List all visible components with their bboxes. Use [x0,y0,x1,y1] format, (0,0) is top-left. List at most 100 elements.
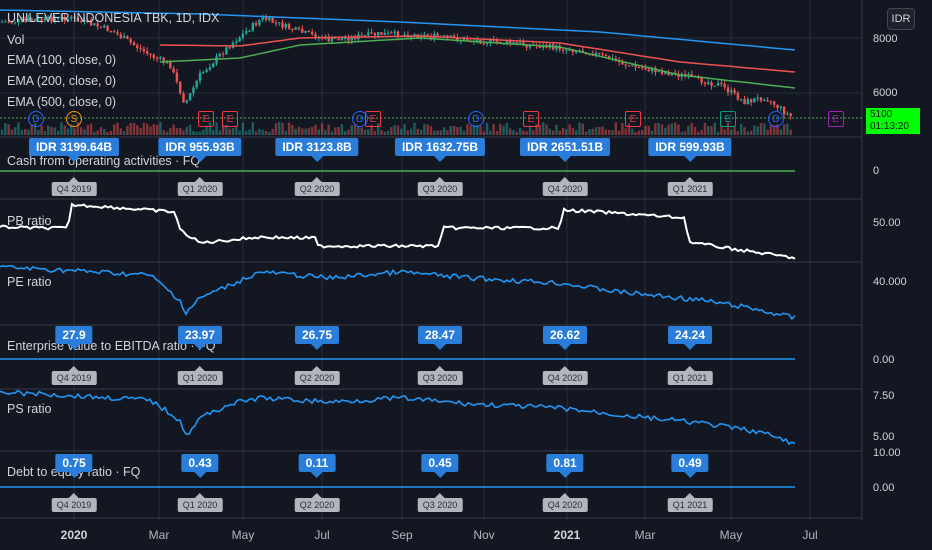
ev-value-badge[interactable]: 27.9 [55,326,93,350]
volume-bar [551,130,555,135]
volume-bar [509,128,512,135]
event-marker-e[interactable]: E [625,111,641,127]
volume-bar [268,131,271,135]
volume-bar [251,122,254,135]
ev-value-badge[interactable]: 28.47 [417,326,463,350]
price-scale-main-6000: 6000 [873,87,898,99]
volume-bar [548,128,551,135]
volume-bar [37,129,40,135]
candle-body [749,99,753,103]
cfo-value-badge[interactable]: IDR 2651.51B [519,138,611,162]
volume-bar [502,125,505,135]
currency-button[interactable]: IDR [887,8,915,30]
cfo-value-badge[interactable]: IDR 3199.64B [28,138,120,162]
ev-value-badge[interactable]: 24.24 [667,326,713,350]
cfo-value-badge[interactable]: IDR 955.93B [158,138,242,162]
candle-body [271,17,274,23]
candle-body [337,38,340,41]
de-value-badge[interactable]: 0.43 [181,454,219,478]
event-marker-e[interactable]: E [828,111,844,127]
volume-bar [743,127,746,135]
volume-bar [317,129,320,135]
volume-bar [202,129,205,135]
candle-body [268,17,271,20]
ema200-label[interactable]: EMA (200, close, 0) [7,74,116,88]
event-marker-e[interactable]: E [720,111,736,127]
pane-label-ps[interactable]: PS ratio [7,402,51,416]
candle-body [278,22,281,24]
de-value-badge[interactable]: 0.75 [55,454,93,478]
candle-body [485,43,489,45]
de-value-badge[interactable]: 0.11 [298,454,336,478]
candle-body [119,34,122,39]
candle-body [122,36,126,39]
volume-bar [175,128,179,135]
volume-bar [740,123,743,135]
candle-body [769,101,773,103]
last-price-value: 5100 [870,109,893,120]
volume-bar [139,127,142,135]
candle-body [245,31,248,34]
cfo-value-badge[interactable]: IDR 1632.75B [394,138,486,162]
de-value-badge[interactable]: 0.45 [421,454,459,478]
de-value-badge[interactable]: 0.49 [671,454,709,478]
ema100-label[interactable]: EMA (100, close, 0) [7,53,116,67]
volume-bar [456,126,459,135]
event-marker-d[interactable]: D [28,111,44,127]
event-marker-e[interactable]: E [365,111,381,127]
event-marker-e[interactable]: E [222,111,238,127]
volume-bar [581,123,584,135]
volume-bar [588,129,591,135]
volume-bar [119,128,122,135]
event-marker-e[interactable]: E [523,111,539,127]
volume-bar [759,123,763,135]
ev-value-badge[interactable]: 23.97 [177,326,223,350]
ev-value-badge[interactable]: 26.75 [294,326,340,350]
candle-body [251,23,254,31]
candle-body [604,54,608,56]
candle-body [258,19,261,25]
de-value-badge[interactable]: 0.81 [546,454,584,478]
cfo-value-badge[interactable]: IDR 3123.8B [275,138,359,162]
volume-bar [489,130,492,135]
event-marker-d[interactable]: D [468,111,484,127]
volume-bar [188,124,192,135]
pane-label-pb[interactable]: PB ratio [7,214,51,228]
candle-body [159,57,162,59]
time-axis-label: Jul [802,528,818,542]
price-scale-pe: 40.000 [873,276,907,288]
volume-bar [218,130,221,135]
volume-bar [136,125,139,135]
volume-bar [304,128,307,135]
volume-indicator-label[interactable]: Vol [7,33,24,47]
candle-body [221,53,225,55]
cfo-value-badge[interactable]: IDR 599.93B [648,138,732,162]
volume-bar [436,130,439,135]
volume-bar [584,131,588,135]
volume-bar [730,129,733,135]
price-scale-ps-750: 7.50 [873,390,895,402]
event-marker-e[interactable]: E [198,111,214,127]
event-marker-d[interactable]: D [768,111,784,127]
pane-label-cfo[interactable]: Cash from operating activities · FQ [7,154,200,168]
volume-bar [248,129,251,135]
volume-bar [753,125,756,135]
volume-bar [525,131,528,135]
volume-bar [10,129,14,135]
candle-body [149,53,152,55]
pe-ratio-line [0,264,796,321]
volume-bar [159,122,162,135]
candle-body [601,53,604,55]
volume-bar [294,128,297,135]
volume-bar [789,129,792,135]
ev-value-badge[interactable]: 26.62 [542,326,588,350]
pane-label-pe[interactable]: PE ratio [7,275,51,289]
volume-bar [330,131,334,135]
price-scale-ps-500: 5.00 [873,431,895,443]
volume-bar [152,124,155,135]
volume-bar [4,123,7,135]
candle-body [776,104,779,108]
event-marker-s[interactable]: S [66,111,82,127]
ema500-label[interactable]: EMA (500, close, 0) [7,95,116,109]
volume-bar [7,124,10,135]
